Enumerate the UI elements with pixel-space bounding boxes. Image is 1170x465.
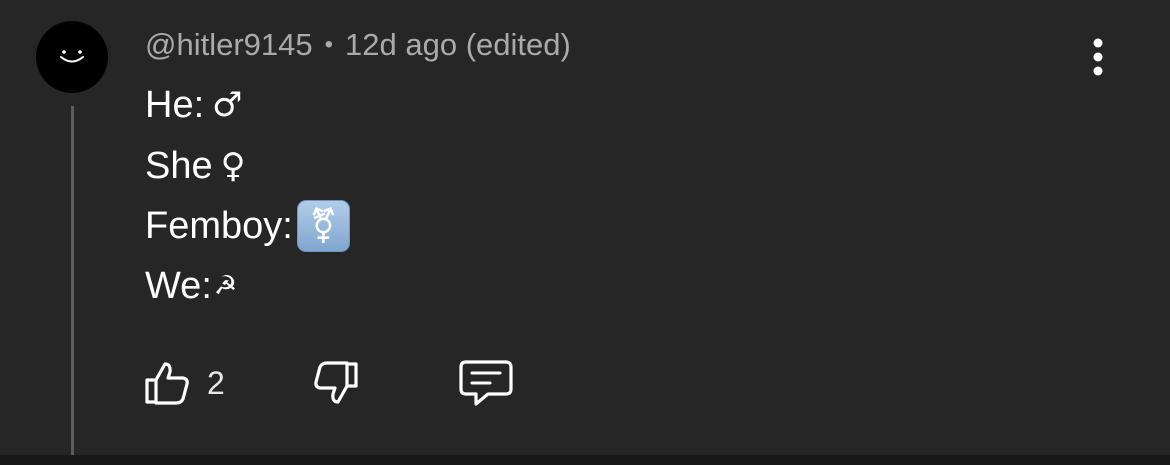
female-symbol-icon: ♀ bbox=[220, 146, 246, 186]
thumbs-up-icon bbox=[145, 362, 189, 405]
thread-line bbox=[71, 106, 74, 465]
more-options-button[interactable] bbox=[1080, 36, 1116, 78]
comment-line: She ♀ bbox=[145, 141, 246, 191]
comment-line: We: ☭ bbox=[145, 261, 237, 311]
author-name[interactable]: @hitler9145 bbox=[145, 27, 313, 63]
comment-line: Femboy: ⚧ bbox=[145, 200, 350, 252]
comment-meta: @hitler9145 • 12d ago (edited) bbox=[145, 27, 571, 63]
reply-button[interactable] bbox=[458, 358, 514, 408]
comment-line-label: Femboy: bbox=[145, 204, 293, 247]
transgender-symbol-icon: ⚧ bbox=[296, 200, 350, 252]
comment-icon bbox=[459, 360, 513, 406]
comment-line-label: We: bbox=[145, 264, 212, 307]
like-button[interactable]: 2 bbox=[143, 358, 225, 408]
dislike-button[interactable] bbox=[312, 358, 360, 408]
smiley-avatar-icon bbox=[60, 50, 84, 63]
comment-card: @hitler9145 • 12d ago (edited) He: ♂ She… bbox=[0, 0, 1170, 465]
comment-line-label: She bbox=[145, 144, 213, 187]
male-symbol-icon: ♂ bbox=[212, 85, 243, 125]
bottom-divider bbox=[0, 455, 1170, 465]
comment-line-label: He: bbox=[145, 83, 205, 126]
more-vertical-icon bbox=[1093, 38, 1103, 76]
meta-separator: • bbox=[324, 31, 334, 58]
comment-time: 12d ago (edited) bbox=[345, 27, 571, 62]
thumbs-down-icon bbox=[314, 361, 358, 404]
comment-line: He: ♂ bbox=[145, 80, 243, 130]
avatar[interactable] bbox=[36, 21, 108, 93]
hammer-and-sickle-icon: ☭ bbox=[213, 271, 238, 301]
like-count: 2 bbox=[207, 364, 225, 401]
